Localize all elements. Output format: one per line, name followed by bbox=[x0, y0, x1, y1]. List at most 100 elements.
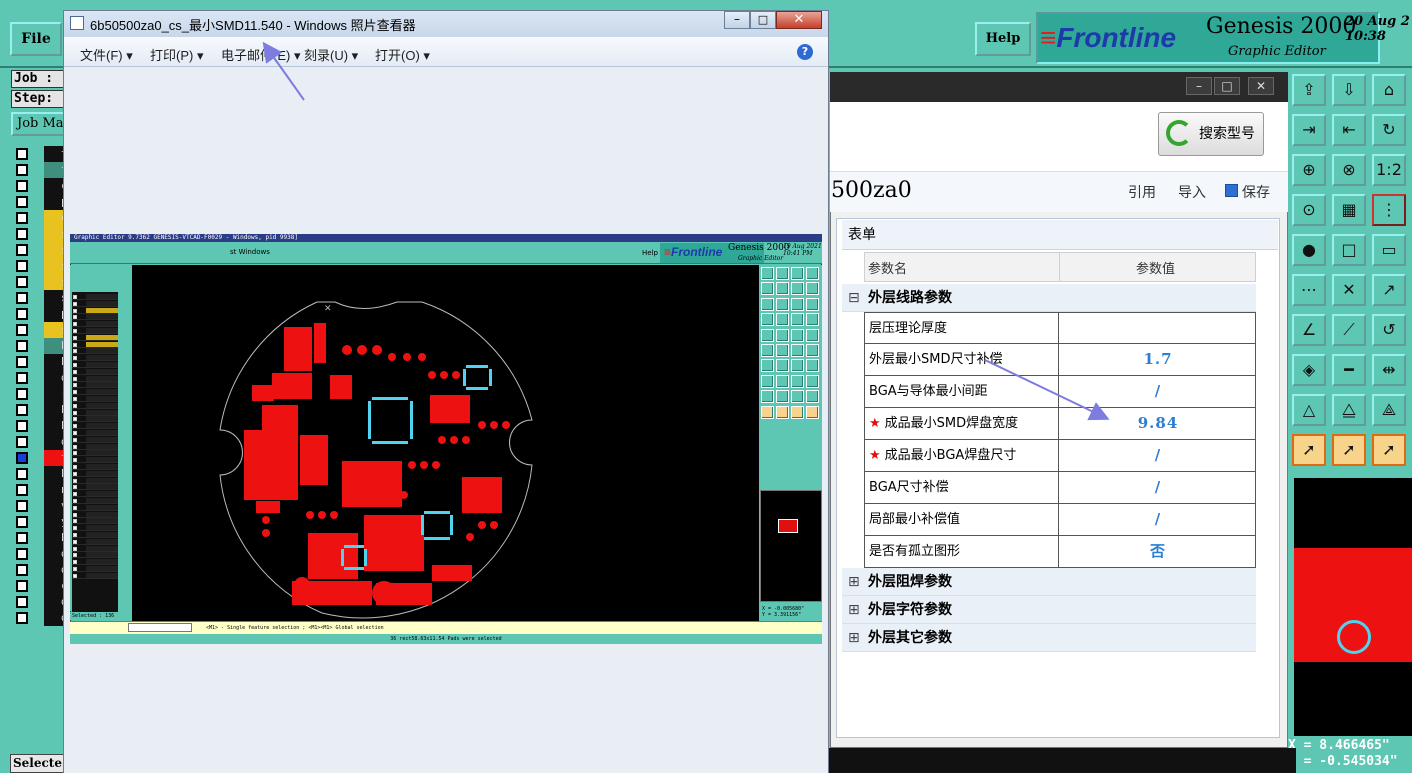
layer-row[interactable]: hy bbox=[12, 466, 68, 482]
parameter-row[interactable]: BGA与导体最小间距 / bbox=[864, 376, 1256, 408]
tool-button[interactable]: ➚ bbox=[1292, 434, 1326, 466]
layer-row[interactable]: yc bbox=[12, 514, 68, 530]
layer-row[interactable]: pl bbox=[12, 306, 68, 322]
layer-checkbox[interactable] bbox=[16, 356, 28, 368]
tool-button[interactable]: ⇪ bbox=[1292, 74, 1326, 106]
layer-checkbox[interactable] bbox=[16, 452, 28, 464]
tool-button[interactable]: ▦ bbox=[1332, 194, 1366, 226]
viewer-maximize-button[interactable]: □ bbox=[750, 11, 776, 29]
layer-checkbox[interactable] bbox=[16, 612, 28, 624]
tool-button[interactable]: ⇥ bbox=[1292, 114, 1326, 146]
layer-checkbox[interactable] bbox=[16, 340, 28, 352]
menu-print[interactable]: 打印(P) ▾ bbox=[150, 45, 203, 64]
layer-row[interactable]: bi bbox=[12, 530, 68, 546]
layer-checkbox[interactable] bbox=[16, 500, 28, 512]
layer-checkbox[interactable] bbox=[16, 212, 28, 224]
group-outer-circuit[interactable]: ⊟ 外层线路参数 bbox=[842, 284, 1256, 312]
file-menu[interactable]: File bbox=[10, 22, 62, 56]
layer-checkbox[interactable] bbox=[16, 228, 28, 240]
group-outer-silk[interactable]: ⊞ 外层字符参数 bbox=[842, 596, 1256, 624]
import-link[interactable]: 导入 bbox=[1178, 182, 1206, 202]
layer-row[interactable]: cs bbox=[12, 178, 68, 194]
tool-button[interactable]: ⇤ bbox=[1332, 114, 1366, 146]
expand-icon[interactable]: ⊞ bbox=[848, 596, 860, 624]
layer-row[interactable]: si bbox=[12, 258, 68, 274]
layer-checkbox[interactable] bbox=[16, 372, 28, 384]
layer-checkbox[interactable] bbox=[16, 596, 28, 608]
tool-button[interactable]: ✕ bbox=[1332, 274, 1366, 306]
layer-checkbox[interactable] bbox=[16, 388, 28, 400]
layer-checkbox[interactable] bbox=[16, 436, 28, 448]
layer-checkbox[interactable] bbox=[16, 324, 28, 336]
help-icon[interactable]: ? bbox=[797, 44, 813, 60]
parameter-row[interactable]: BGA尺寸补偿 / bbox=[864, 472, 1256, 504]
layer-checkbox[interactable] bbox=[16, 276, 28, 288]
expand-icon[interactable]: ⊞ bbox=[848, 624, 860, 652]
collapse-icon[interactable]: ⊟ bbox=[848, 284, 860, 312]
layer-row[interactable]: np bbox=[12, 482, 68, 498]
layer-checkbox[interactable] bbox=[16, 244, 28, 256]
step-field[interactable]: Step: bbox=[11, 90, 67, 108]
tool-button[interactable]: ▭ bbox=[1372, 234, 1406, 266]
tool-button[interactable]: □ bbox=[1332, 234, 1366, 266]
tool-button[interactable]: ● bbox=[1292, 234, 1326, 266]
quote-link[interactable]: 引用 bbox=[1128, 182, 1156, 202]
tool-button[interactable]: 1:2 bbox=[1372, 154, 1406, 186]
parameter-row[interactable]: 是否有孤立图形 否 bbox=[864, 536, 1256, 568]
menu-burn[interactable]: 刻录(U) ▾ bbox=[304, 45, 358, 64]
layer-checkbox[interactable] bbox=[16, 164, 28, 176]
layer-row[interactable]: ty bbox=[12, 450, 68, 466]
layer-checkbox[interactable] bbox=[16, 484, 28, 496]
layer-row[interactable]: cv bbox=[12, 578, 68, 594]
group-outer-other[interactable]: ⊞ 外层其它参数 bbox=[842, 624, 1256, 652]
layer-checkbox[interactable] bbox=[16, 548, 28, 560]
tool-button[interactable]: ➚ bbox=[1372, 434, 1406, 466]
tool-button[interactable]: ⋮ bbox=[1372, 194, 1406, 226]
layer-row[interactable]: si bbox=[12, 274, 68, 290]
tool-button[interactable]: ↺ bbox=[1372, 314, 1406, 346]
tool-button[interactable]: ∠ bbox=[1292, 314, 1326, 346]
tool-button[interactable]: ⇹ bbox=[1372, 354, 1406, 386]
layer-row[interactable]: dr bbox=[12, 370, 68, 386]
tool-button[interactable]: ↻ bbox=[1372, 114, 1406, 146]
layer-row[interactable]: to bbox=[12, 146, 68, 162]
parameter-value[interactable]: 9.84 bbox=[1061, 408, 1255, 439]
minimize-button[interactable]: – bbox=[1186, 77, 1212, 95]
parameter-row[interactable]: 外层最小SMD尺寸补偿 1.7 bbox=[864, 344, 1256, 376]
help-menu[interactable]: Help bbox=[975, 22, 1031, 56]
layer-row[interactable]: bo bbox=[12, 354, 68, 370]
parameter-value[interactable]: 1.7 bbox=[1061, 344, 1255, 375]
layer-row[interactable]: ts bbox=[12, 162, 68, 178]
menu-email[interactable]: 电子邮件(E) ▾ bbox=[221, 45, 300, 64]
tool-button[interactable]: ⊙ bbox=[1292, 194, 1326, 226]
layer-row[interactable]: ss bbox=[12, 322, 68, 338]
layer-checkbox[interactable] bbox=[16, 516, 28, 528]
tool-button[interactable]: ⋯ bbox=[1292, 274, 1326, 306]
layer-checkbox[interactable] bbox=[16, 564, 28, 576]
parameter-value[interactable]: / bbox=[1061, 440, 1255, 471]
parameter-value[interactable]: / bbox=[1061, 472, 1255, 503]
menu-open[interactable]: 打开(O) ▾ bbox=[375, 45, 430, 64]
parameter-row[interactable]: 层压理论厚度 bbox=[864, 312, 1256, 344]
layer-row[interactable]: cs bbox=[12, 210, 68, 226]
save-icon[interactable] bbox=[1225, 184, 1238, 197]
tool-button[interactable]: ⧋ bbox=[1332, 394, 1366, 426]
parameter-row[interactable]: ★ 成品最小BGA焊盘尺寸 / bbox=[864, 440, 1256, 472]
layer-row[interactable]: pl bbox=[12, 194, 68, 210]
tool-button[interactable]: ⌂ bbox=[1372, 74, 1406, 106]
layer-row[interactable]: bo bbox=[12, 402, 68, 418]
maximize-button[interactable]: □ bbox=[1214, 77, 1240, 95]
menu-file[interactable]: 文件(F) ▾ bbox=[80, 45, 133, 64]
tool-button[interactable]: ⟁ bbox=[1372, 394, 1406, 426]
group-outer-mask[interactable]: ⊞ 外层阻焊参数 bbox=[842, 568, 1256, 596]
tool-button[interactable]: ➚ bbox=[1332, 434, 1366, 466]
layer-row[interactable]: ro bbox=[12, 386, 68, 402]
layer-row[interactable]: v- bbox=[12, 498, 68, 514]
layer-checkbox[interactable] bbox=[16, 180, 28, 192]
expand-icon[interactable]: ⊞ bbox=[848, 568, 860, 596]
layer-row[interactable]: do bbox=[12, 434, 68, 450]
parameter-row[interactable]: ★ 成品最小SMD焊盘宽度 9.84 bbox=[864, 408, 1256, 440]
save-link[interactable]: 保存 bbox=[1242, 182, 1270, 202]
layer-checkbox[interactable] bbox=[16, 148, 28, 160]
layer-row[interactable]: da bbox=[12, 546, 68, 562]
